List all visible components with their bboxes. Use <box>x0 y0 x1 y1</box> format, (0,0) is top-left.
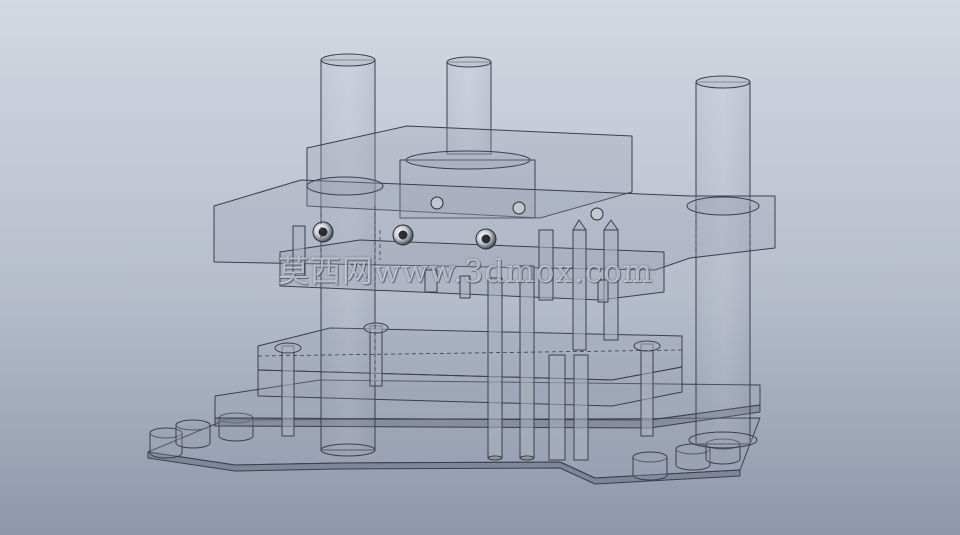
die-assembly-render <box>0 0 960 535</box>
guide-pillar-right <box>688 75 758 449</box>
cad-viewport: 莫西网www.3dmox.com <box>0 0 960 535</box>
